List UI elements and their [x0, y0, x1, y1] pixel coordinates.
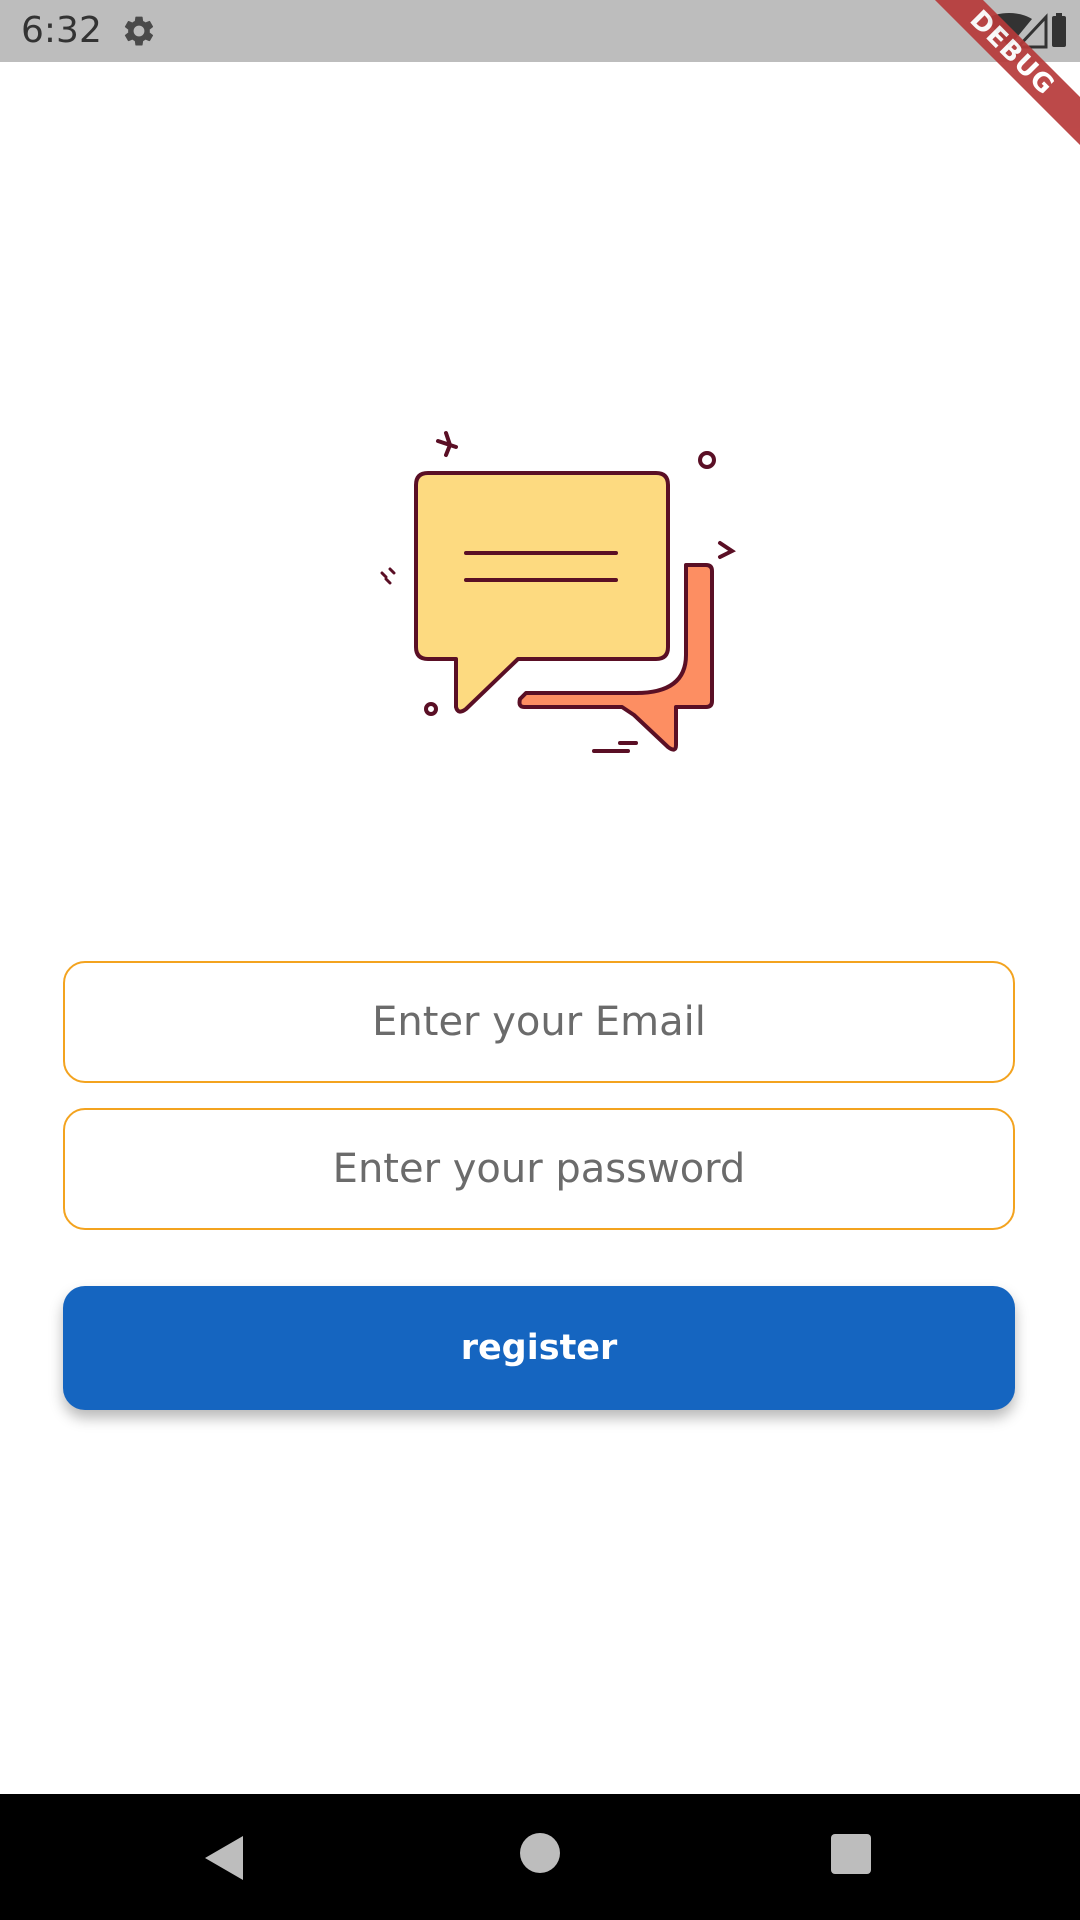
password-field[interactable] [63, 1108, 1015, 1230]
register-button[interactable]: register [63, 1286, 1015, 1410]
chat-bubbles-icon [380, 431, 736, 753]
nav-bar [0, 1794, 1080, 1920]
email-input[interactable] [65, 962, 1013, 1082]
status-time: 6:32 [21, 10, 102, 51]
recents-icon[interactable] [831, 1834, 871, 1874]
back-icon[interactable] [203, 1834, 247, 1882]
register-screen: 6:32 DEBUG regist [0, 0, 1080, 1920]
front-bubble [414, 471, 670, 714]
battery-icon [1052, 16, 1066, 47]
home-icon[interactable] [520, 1833, 560, 1873]
status-bar: 6:32 DEBUG [0, 0, 1080, 157]
register-button-label: register [460, 1328, 618, 1368]
email-field[interactable] [63, 961, 1015, 1083]
gear-icon [124, 16, 154, 46]
password-input[interactable] [65, 1109, 1013, 1229]
